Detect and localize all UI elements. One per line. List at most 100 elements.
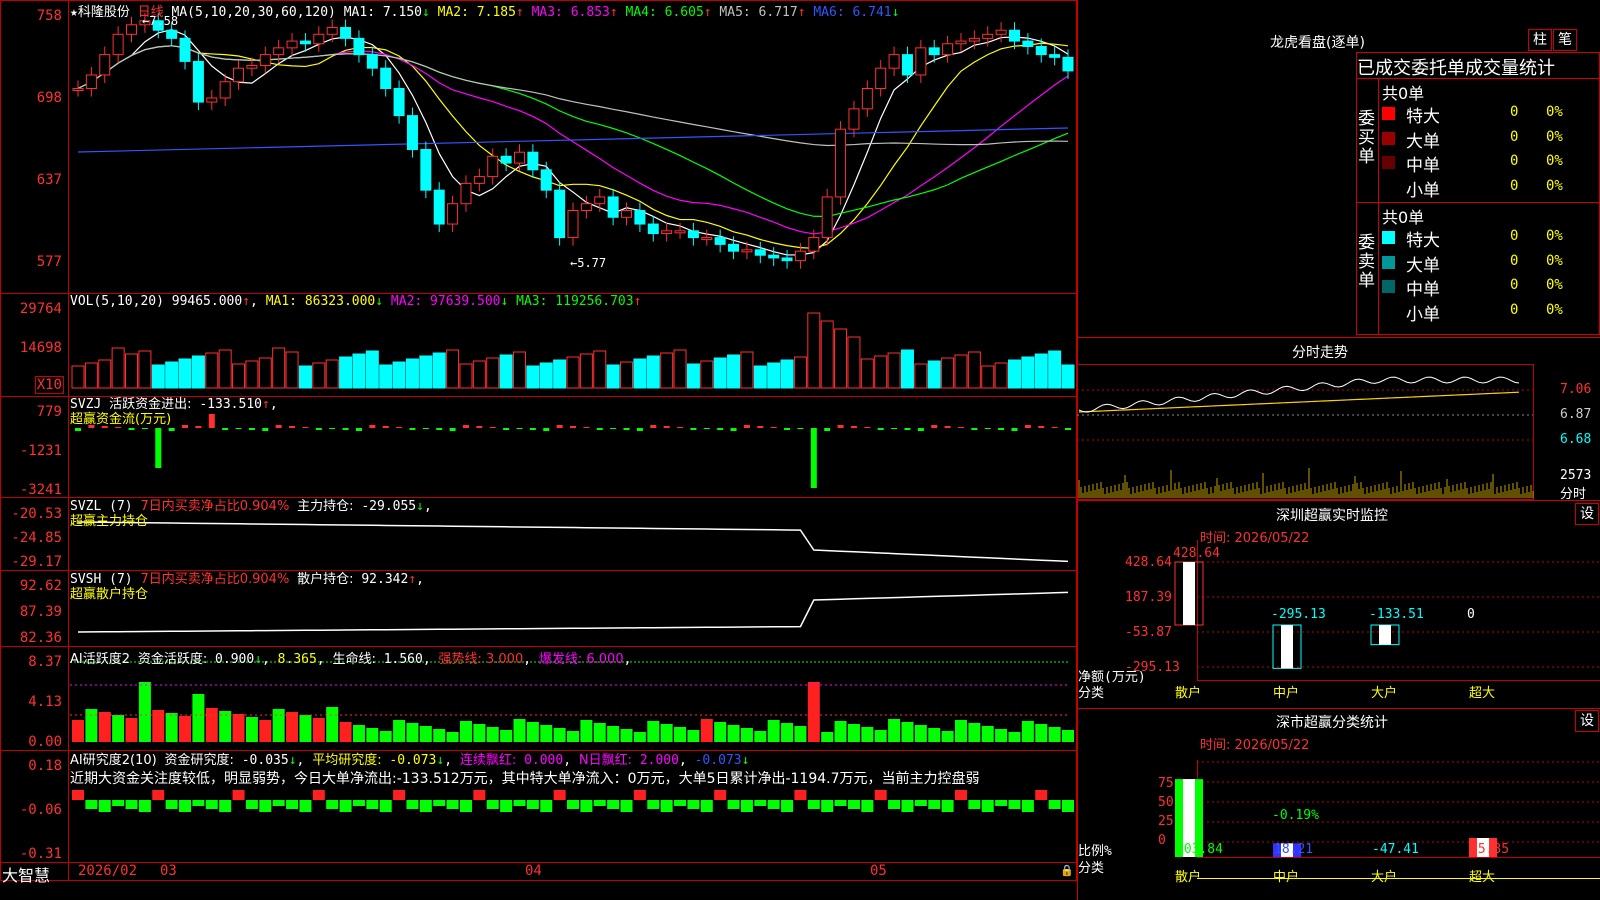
research-bar [98, 800, 111, 812]
volume-bar [967, 351, 981, 389]
svzj-bar [623, 428, 630, 430]
activity-bar [393, 720, 406, 742]
candle-body [794, 250, 806, 262]
sell-row-swatch [1382, 280, 1395, 293]
svsh-axis-label: 92.62 [19, 578, 62, 594]
svzj-bar [342, 428, 349, 430]
activity-bar [847, 724, 860, 742]
research-bar [486, 800, 499, 809]
candle-body [259, 54, 271, 66]
volume-bar [1021, 356, 1035, 389]
candle-body [580, 203, 592, 211]
candle-body [500, 155, 512, 164]
svzj-bar [917, 428, 924, 431]
volume-bar [660, 352, 674, 389]
volume-bar [954, 354, 968, 389]
date-label: 03 [160, 863, 177, 879]
activity-bar [861, 727, 874, 742]
buy-row-count: 0 [1510, 128, 1519, 145]
lock-icon[interactable]: 🔒 [1060, 864, 1074, 877]
ai-research-summary: 近期大资金关注度较低，明显弱势，今日大单净流出:-133.512万元，其中特大单… [70, 771, 980, 787]
svzj-bar [222, 428, 229, 430]
volume-bar [981, 365, 995, 389]
sz-monitor-settings-button[interactable]: 设 [1575, 503, 1599, 525]
activity-bar [834, 721, 847, 742]
candle-body [888, 54, 900, 69]
activity-bar [714, 722, 727, 742]
activity-bar [312, 718, 325, 742]
intraday-chart[interactable] [1077, 360, 1600, 500]
activity-bar [272, 709, 285, 742]
svzj-bar [570, 426, 576, 428]
tick-mode-button[interactable]: 笔 [1553, 29, 1577, 51]
volume-bar [539, 362, 553, 389]
candle-body [728, 243, 740, 252]
research-bar [995, 800, 1008, 806]
activity-bar [781, 723, 794, 742]
svzj-bar [516, 428, 523, 429]
candle-body [634, 209, 646, 225]
svzj-bar [248, 428, 255, 430]
candle-body [420, 149, 432, 191]
activity-bar [968, 723, 981, 742]
sz-class-chart [1175, 760, 1600, 879]
volume-bar [834, 328, 848, 389]
svzj-bar [1024, 425, 1031, 428]
svzj-bar [355, 428, 362, 431]
svzj-bar [115, 427, 122, 428]
research-bar [714, 790, 727, 800]
vol-unit-label: X10 [34, 376, 64, 394]
volume-bar [1061, 364, 1075, 389]
sz-monitor-bar-highlight [1183, 562, 1195, 625]
star-icon[interactable]: ★ [70, 5, 78, 20]
candle-body [1049, 54, 1061, 58]
sz-monitor-category: 大户 [1371, 686, 1398, 701]
candle-body [340, 27, 352, 39]
activity-bar [954, 720, 967, 742]
candle-body [861, 88, 873, 110]
research-bar [834, 800, 847, 806]
svzj-bar [543, 428, 550, 431]
candle-body [406, 115, 418, 151]
price-axis-label: 577 [36, 254, 62, 270]
activity-bar [513, 719, 526, 742]
research-bar [914, 800, 927, 806]
volume-bar [312, 362, 326, 389]
activity-bar [112, 715, 125, 742]
sell-side-label: 委卖单 [1358, 233, 1375, 291]
bar-mode-button[interactable]: 柱 [1528, 29, 1552, 51]
activity-bar [459, 721, 472, 742]
volume-bar [218, 349, 232, 389]
stock-name[interactable]: 科隆股份 [78, 5, 130, 20]
research-bar [286, 800, 299, 809]
research-bar [232, 790, 245, 800]
buy-row-label: 大单 [1406, 131, 1440, 152]
research-bar [968, 800, 981, 809]
volume-bar [860, 358, 874, 389]
activity-bar [205, 708, 218, 742]
ai-research-axis-label: -0.06 [19, 802, 62, 818]
activity-bar [179, 716, 192, 742]
brand-logo[interactable]: 大智慧 [2, 862, 50, 886]
activity-bar [259, 720, 272, 742]
research-bar [112, 800, 125, 806]
volume-bar [941, 357, 955, 389]
candle-body [273, 47, 285, 56]
candle-body [99, 54, 111, 76]
dragon-tabs[interactable]: 已成交委托单成交量统计 [1357, 54, 1600, 80]
sz-monitor-category: 中户 [1273, 686, 1300, 701]
volume-bar [807, 312, 821, 389]
svzj-bar [128, 428, 135, 430]
svzj-value: -133.510 [199, 397, 262, 412]
research-bar [888, 800, 901, 809]
svzj-bar [235, 428, 242, 429]
activity-bar [446, 732, 459, 742]
candle-body [768, 254, 780, 259]
activity-bar [1008, 732, 1021, 742]
activity-bar [219, 711, 232, 742]
vol-value: 99465.000 [171, 294, 243, 309]
sz-class-value: 18.21 [1274, 842, 1314, 857]
research-bar [312, 790, 325, 800]
sz-class-settings-button[interactable]: 设 [1575, 710, 1599, 732]
ai-research-header: AI研究度2(10) 资金研究度: -0.035↓, 平均研究度: -0.073… [70, 753, 980, 787]
